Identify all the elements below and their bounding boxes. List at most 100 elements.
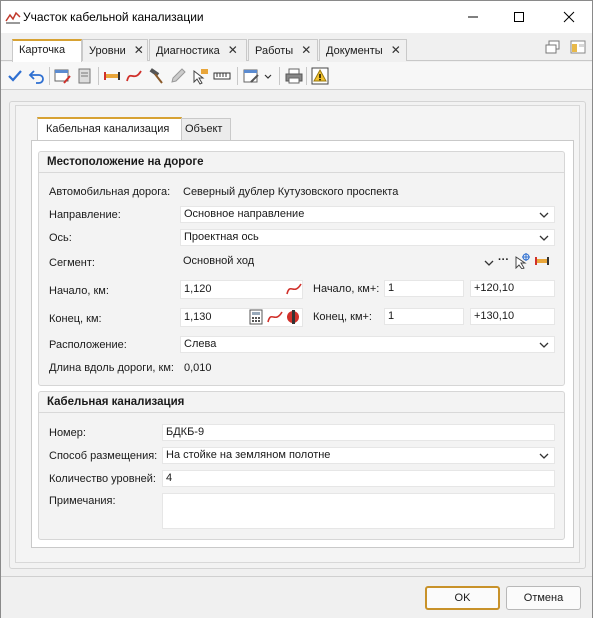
number-value: БДКБ-9 bbox=[166, 426, 205, 438]
segment-more-button[interactable]: ··· bbox=[498, 254, 509, 266]
tab-label: Объект bbox=[185, 123, 223, 135]
start-km-int-field[interactable]: 1 bbox=[384, 280, 464, 297]
route-icon[interactable] bbox=[125, 67, 143, 85]
location-group: Местоположение на дороге Автомобильная д… bbox=[38, 151, 565, 386]
chevron-down-icon[interactable] bbox=[263, 67, 273, 85]
notes-label: Примечания: bbox=[49, 495, 116, 507]
scale-icon[interactable] bbox=[213, 67, 231, 85]
toolbar bbox=[1, 62, 592, 90]
maximize-button[interactable] bbox=[496, 1, 542, 33]
tab-label: Кабельная канализация bbox=[46, 123, 170, 135]
tab-documents[interactable]: Документы ✕ bbox=[319, 39, 407, 61]
route-icon[interactable] bbox=[286, 281, 302, 297]
cancel-button[interactable]: Отмена bbox=[506, 586, 581, 610]
locate-icon[interactable] bbox=[191, 67, 209, 85]
end-km-label: Конец, км: bbox=[49, 313, 102, 325]
position-value: Слева bbox=[184, 338, 217, 350]
start-plus-field[interactable]: +120,10 bbox=[470, 280, 555, 297]
levels-field[interactable]: 4 bbox=[162, 470, 555, 487]
window-title: Участок кабельной канализации bbox=[23, 10, 204, 24]
notes-textarea[interactable] bbox=[162, 493, 555, 529]
tab-card[interactable]: Карточка bbox=[12, 39, 82, 62]
tab-close-icon[interactable]: ✕ bbox=[228, 40, 238, 60]
cable-duct-group-title: Кабельная канализация bbox=[47, 396, 185, 408]
tab-label: Карточка bbox=[19, 44, 66, 56]
road-value: Северный дублер Кутузовского проспекта bbox=[183, 186, 399, 198]
direction-select[interactable]: Основное направление bbox=[180, 206, 555, 223]
chevron-down-icon[interactable] bbox=[539, 210, 549, 220]
axis-select[interactable]: Проектная ось bbox=[180, 229, 555, 246]
marker-icon[interactable] bbox=[285, 309, 301, 325]
segment-value: Основной ход bbox=[183, 255, 255, 267]
levels-value: 4 bbox=[166, 472, 173, 484]
tab-object[interactable]: Объект bbox=[181, 118, 231, 140]
start-km-value: 1,120 bbox=[184, 283, 212, 295]
levels-label: Количество уровней: bbox=[49, 473, 156, 485]
placement-value: На стойке на земляном полотне bbox=[166, 449, 331, 461]
tab-close-icon[interactable]: ✕ bbox=[134, 40, 144, 60]
tab-works[interactable]: Работы ✕ bbox=[248, 39, 318, 61]
number-field[interactable]: БДКБ-9 bbox=[162, 424, 555, 441]
chevron-down-icon[interactable] bbox=[484, 258, 494, 268]
tab-cable-duct[interactable]: Кабельная канализация bbox=[37, 117, 182, 141]
pick-on-map-icon[interactable] bbox=[514, 253, 530, 269]
number-label: Номер: bbox=[49, 427, 86, 439]
table-edit-icon[interactable] bbox=[54, 67, 72, 85]
segment-icon[interactable] bbox=[534, 253, 550, 269]
start-km-int-value: 1 bbox=[388, 282, 395, 294]
position-label: Расположение: bbox=[49, 339, 127, 351]
placement-select[interactable]: На стойке на земляном полотне bbox=[162, 447, 555, 464]
group-divider bbox=[39, 412, 564, 413]
close-window-button[interactable] bbox=[546, 1, 592, 33]
axis-value: Проектная ось bbox=[184, 231, 259, 243]
placement-label: Способ размещения: bbox=[49, 450, 158, 462]
check-icon[interactable] bbox=[6, 67, 24, 85]
panel-icon[interactable] bbox=[570, 39, 586, 55]
document-tabs: Карточка Уровни ✕ Диагностика ✕ Работы ✕ До… bbox=[1, 33, 592, 62]
hammer-icon[interactable] bbox=[147, 67, 165, 85]
end-km-int-field[interactable]: 1 bbox=[384, 308, 464, 325]
minimize-icon bbox=[468, 16, 478, 18]
length-label: Длина вдоль дороги, км: bbox=[49, 362, 174, 374]
tab-levels[interactable]: Уровни ✕ bbox=[82, 39, 148, 61]
pencil-icon[interactable] bbox=[169, 67, 187, 85]
tab-label: Документы bbox=[326, 45, 383, 57]
tab-close-icon[interactable]: ✕ bbox=[391, 40, 401, 60]
direction-value: Основное направление bbox=[184, 208, 305, 220]
chevron-down-icon[interactable] bbox=[539, 451, 549, 461]
road-label: Автомобильная дорога: bbox=[49, 186, 171, 198]
route-icon[interactable] bbox=[267, 309, 283, 325]
ok-button-label: OK bbox=[454, 592, 471, 604]
print-icon[interactable] bbox=[285, 67, 303, 85]
tab-close-icon[interactable]: ✕ bbox=[301, 40, 311, 60]
close-icon bbox=[563, 11, 575, 23]
segment-select[interactable]: Основной ход bbox=[180, 254, 496, 271]
warning-icon[interactable] bbox=[311, 67, 329, 85]
start-km-field[interactable]: 1,120 bbox=[180, 280, 303, 299]
tab-corner-tools bbox=[545, 39, 586, 58]
direction-label: Направление: bbox=[49, 209, 121, 221]
tab-label: Диагностика bbox=[156, 45, 220, 57]
chevron-down-icon[interactable] bbox=[539, 233, 549, 243]
tab-diagnostics[interactable]: Диагностика ✕ bbox=[149, 39, 247, 61]
toolbar-separator bbox=[237, 67, 238, 85]
segment-label: Сегмент: bbox=[49, 257, 95, 269]
tab-label: Уровни bbox=[89, 45, 126, 57]
end-plus-field[interactable]: +130,10 bbox=[470, 308, 555, 325]
segment-icon[interactable] bbox=[103, 67, 121, 85]
form-edit-icon[interactable] bbox=[243, 67, 261, 85]
minimize-button[interactable] bbox=[450, 1, 496, 33]
position-select[interactable]: Слева bbox=[180, 336, 555, 353]
maximize-icon bbox=[514, 12, 524, 22]
windows-icon[interactable] bbox=[545, 39, 561, 55]
end-km-int-value: 1 bbox=[388, 310, 395, 322]
undo-icon[interactable] bbox=[28, 67, 46, 85]
title-bar: Участок кабельной канализации bbox=[1, 1, 592, 33]
document-icon[interactable] bbox=[76, 67, 94, 85]
calculator-icon[interactable] bbox=[248, 309, 264, 325]
cable-duct-group: Кабельная канализация Номер: БДКБ-9 Спос… bbox=[38, 391, 565, 540]
ok-button[interactable]: OK bbox=[425, 586, 500, 610]
toolbar-separator bbox=[306, 67, 307, 85]
app-icon bbox=[5, 11, 21, 24]
chevron-down-icon[interactable] bbox=[539, 340, 549, 350]
